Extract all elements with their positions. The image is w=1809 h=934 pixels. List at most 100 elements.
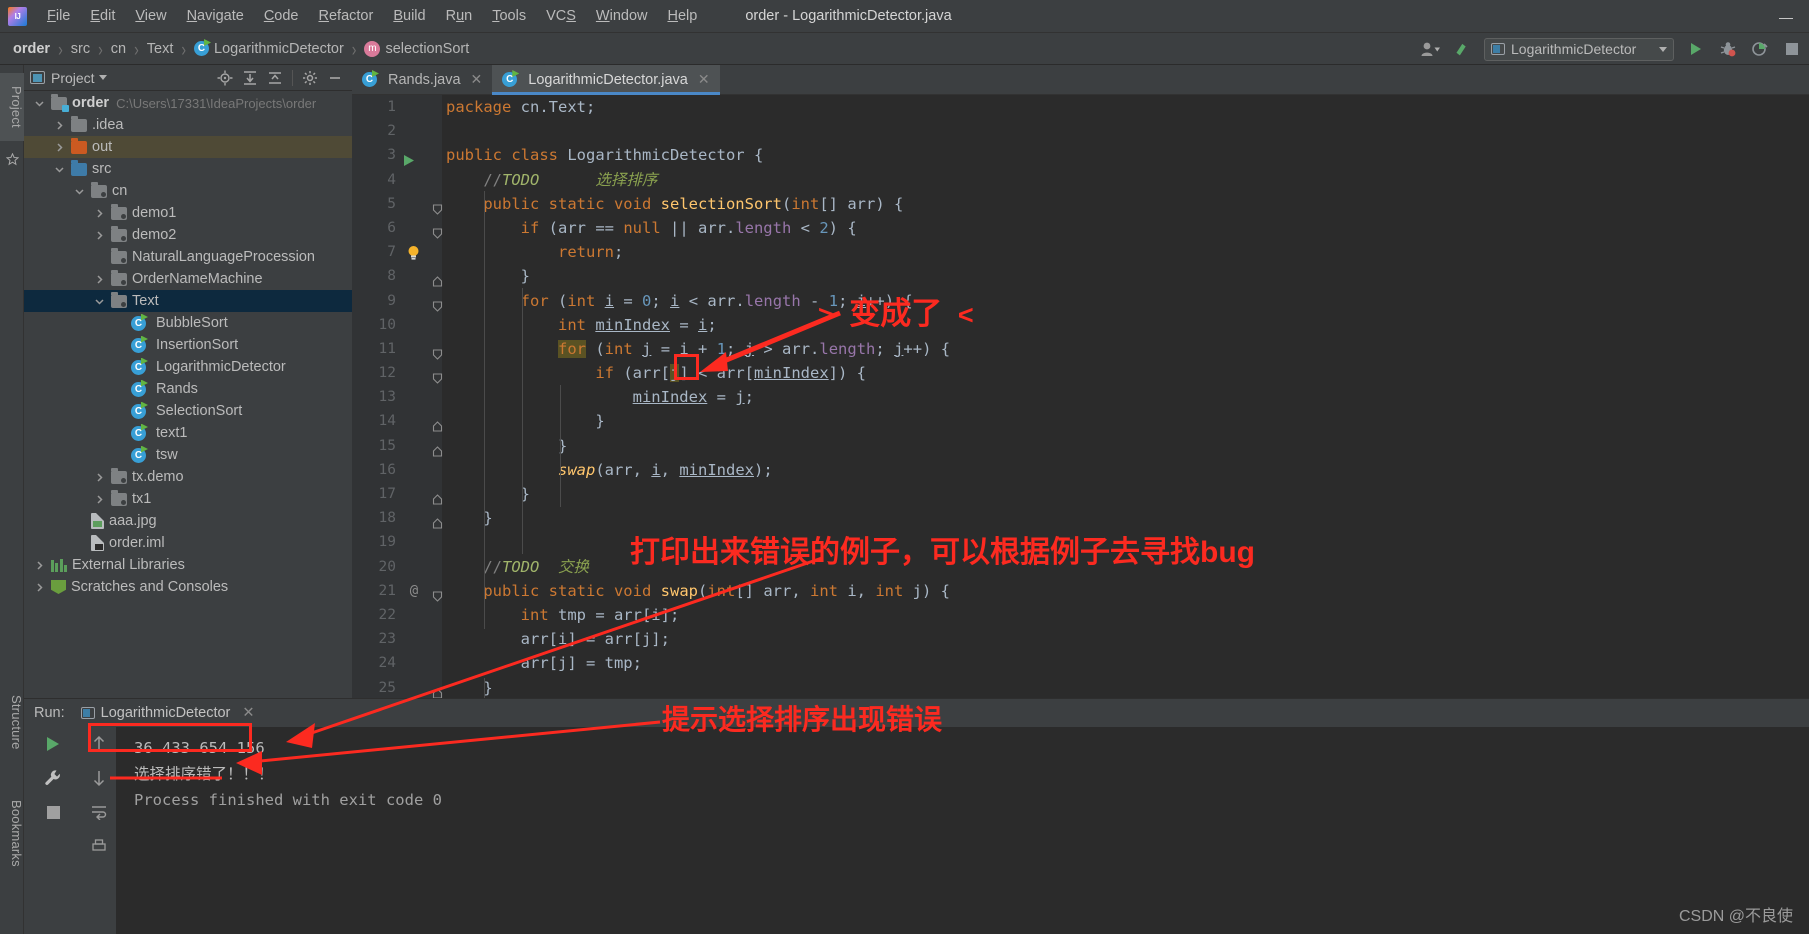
breadcrumb-item-order[interactable]: order (10, 39, 53, 59)
menu-tools[interactable]: Tools (482, 4, 536, 28)
chevron-down-icon[interactable] (98, 75, 107, 80)
fold-open-icon[interactable] (432, 198, 443, 215)
tree-node-cn[interactable]: cn (24, 180, 352, 202)
menu-build[interactable]: Build (383, 4, 435, 28)
tree-node-selectionsort[interactable]: SelectionSort (24, 400, 352, 422)
fold-open-icon[interactable] (432, 585, 443, 602)
code-line[interactable]: 22 int tmp = arr[i]; (352, 603, 1809, 627)
tree-node-demo1[interactable]: demo1 (24, 202, 352, 224)
run-button[interactable] (1683, 36, 1709, 62)
breadcrumb[interactable]: order › src › cn › Text › LogarithmicDet… (10, 37, 472, 59)
code-line[interactable]: 21 @ public static void swap(int[] arr, i… (352, 579, 1809, 603)
tree-twisty-icon[interactable] (92, 470, 106, 484)
code-line[interactable]: 24 arr[j] = tmp; (352, 651, 1809, 675)
tree-twisty-icon[interactable] (52, 118, 66, 132)
code-line[interactable]: 6 if (arr == null || arr.length < 2) { (352, 216, 1809, 240)
intention-bulb-icon[interactable] (406, 244, 421, 260)
locate-icon[interactable] (214, 67, 236, 89)
code-line[interactable]: 8 } (352, 264, 1809, 288)
tree-twisty-icon[interactable] (52, 140, 66, 154)
tree-twisty-icon[interactable] (72, 514, 86, 528)
tree-twisty-icon[interactable] (32, 580, 46, 594)
code-line[interactable]: 7 return; (352, 240, 1809, 264)
tree-node-aaa-jpg[interactable]: aaa.jpg (24, 510, 352, 532)
menu-bar[interactable]: File Edit View Navigate Code Refactor Bu… (37, 0, 707, 33)
code-line[interactable]: 16 swap(arr, i, minIndex); (352, 458, 1809, 482)
tree-node-text[interactable]: Text (24, 290, 352, 312)
expand-all-icon[interactable] (239, 67, 261, 89)
tree-node-text1[interactable]: text1 (24, 422, 352, 444)
code-line[interactable]: 20 //TODO 交换 (352, 555, 1809, 579)
breadcrumb-item-src[interactable]: src (68, 39, 93, 59)
project-tree[interactable]: order C:\Users\17331\IdeaProjects\order .i… (24, 92, 352, 698)
code-line[interactable]: 14 } (352, 409, 1809, 433)
menu-view[interactable]: View (125, 4, 176, 28)
tree-twisty-icon[interactable] (92, 272, 106, 286)
hide-panel-icon[interactable] (324, 67, 346, 89)
tree-node--idea[interactable]: .idea (24, 114, 352, 136)
breadcrumb-item-method[interactable]: selectionSort (361, 39, 472, 59)
menu-help[interactable]: Help (657, 4, 707, 28)
collapse-all-icon[interactable] (264, 67, 286, 89)
tree-node-naturallanguageprocession[interactable]: NaturalLanguageProcession (24, 246, 352, 268)
tree-node-scratches-and-consoles[interactable]: Scratches and Consoles (24, 576, 352, 598)
tree-twisty-icon[interactable] (72, 536, 86, 550)
tree-twisty-icon[interactable] (92, 228, 106, 242)
menu-refactor[interactable]: Refactor (309, 4, 384, 28)
fold-end-icon[interactable] (432, 682, 443, 698)
code-line[interactable]: 5 public static void selectionSort(int[]… (352, 192, 1809, 216)
favorites-star-icon[interactable] (3, 150, 21, 168)
run-settings-button[interactable] (24, 761, 82, 795)
menu-window[interactable]: Window (586, 4, 658, 28)
fold-open-icon[interactable] (432, 343, 443, 360)
tree-twisty-icon[interactable] (52, 162, 66, 176)
fold-end-icon[interactable] (432, 270, 443, 287)
close-icon[interactable]: ✕ (242, 705, 254, 721)
tree-node-tx-demo[interactable]: tx.demo (24, 466, 352, 488)
breadcrumb-item-cn[interactable]: cn (108, 39, 129, 59)
stop-button[interactable] (1779, 36, 1805, 62)
fold-end-icon[interactable] (432, 512, 443, 529)
tree-twisty-icon[interactable] (32, 558, 46, 572)
menu-edit[interactable]: Edit (80, 4, 125, 28)
breadcrumb-item-class[interactable]: LogarithmicDetector (191, 39, 347, 59)
code-line[interactable]: 10 int minIndex = i; (352, 313, 1809, 337)
debug-button[interactable] (1715, 36, 1741, 62)
chevron-down-icon[interactable] (1659, 46, 1667, 52)
run-with-coverage-button[interactable] (1747, 36, 1773, 62)
tree-twisty-icon[interactable] (112, 382, 126, 396)
tree-node-logarithmicdetector[interactable]: LogarithmicDetector (24, 356, 352, 378)
code-lines[interactable]: 1 package cn.Text; 2 3 public class Logarith… (352, 95, 1809, 698)
scroll-down-icon[interactable] (82, 761, 116, 795)
window-controls[interactable]: — (1763, 0, 1809, 33)
tree-node-ordernamemachine[interactable]: OrderNameMachine (24, 268, 352, 290)
tree-twisty-icon[interactable] (112, 316, 126, 330)
tree-node-tsw[interactable]: tsw (24, 444, 352, 466)
code-line[interactable]: 25 } (352, 676, 1809, 698)
stop-button[interactable] (24, 795, 82, 829)
close-icon[interactable]: ✕ (471, 71, 483, 88)
rerun-button[interactable] (24, 727, 82, 761)
fold-end-icon[interactable] (432, 488, 443, 505)
fold-end-icon[interactable] (432, 440, 443, 457)
editor-tab-logarithmicdetector[interactable]: LogarithmicDetector.java ✕ (492, 65, 720, 95)
menu-vcs[interactable]: VCS (536, 4, 586, 28)
vcs-update-icon[interactable] (1449, 36, 1475, 62)
tool-tab-project[interactable]: Project (0, 73, 24, 141)
code-line[interactable]: 13 minIndex = j; (352, 385, 1809, 409)
code-line[interactable]: 19 (352, 530, 1809, 554)
code-line[interactable]: 17 } (352, 482, 1809, 506)
fold-end-icon[interactable] (432, 415, 443, 432)
tree-node-tx1[interactable]: tx1 (24, 488, 352, 510)
tree-node-insertionsort[interactable]: InsertionSort (24, 334, 352, 356)
code-line[interactable]: 2 (352, 119, 1809, 143)
tree-node-demo2[interactable]: demo2 (24, 224, 352, 246)
settings-gear-icon[interactable] (299, 67, 321, 89)
code-editor[interactable]: 1 package cn.Text; 2 3 public class Logarith… (352, 95, 1809, 698)
code-line[interactable]: 12 if (arr[j] < arr[minIndex]) { (352, 361, 1809, 385)
tree-twisty-icon[interactable] (92, 206, 106, 220)
tool-tab-bookmarks[interactable]: Bookmarks (0, 785, 24, 881)
tree-node-order-iml[interactable]: order.iml (24, 532, 352, 554)
tree-twisty-icon[interactable] (112, 448, 126, 462)
code-line[interactable]: 11 for (int j = i + 1; j > arr.length; j… (352, 337, 1809, 361)
